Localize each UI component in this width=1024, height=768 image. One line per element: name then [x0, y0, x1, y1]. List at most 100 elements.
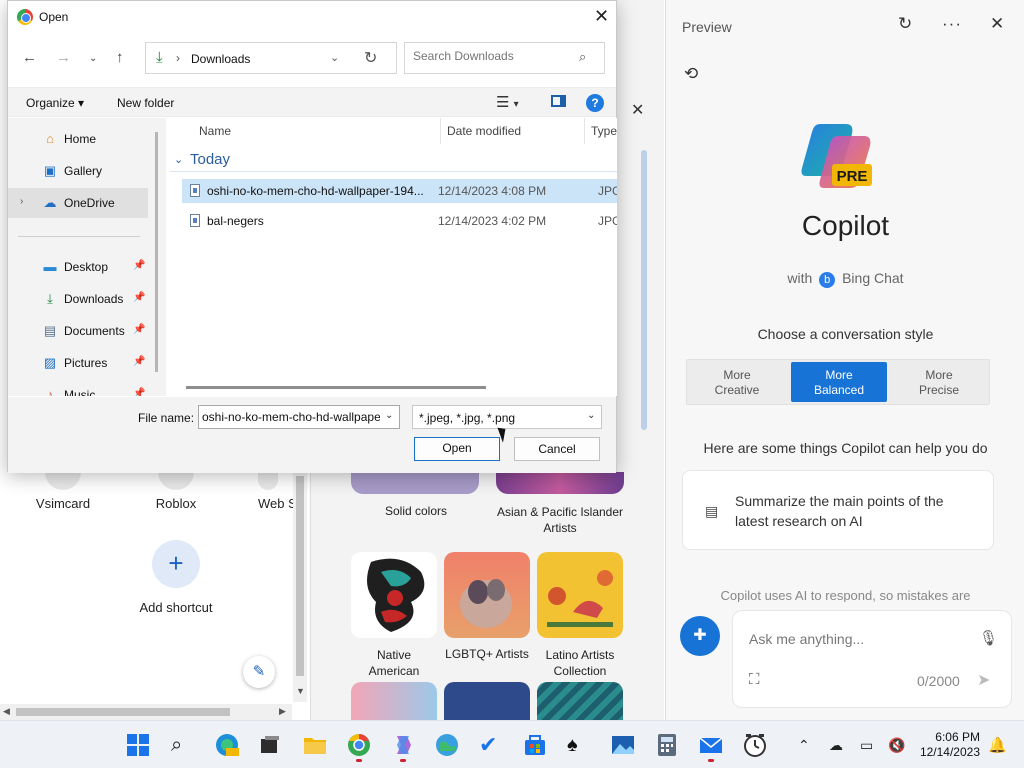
close-icon[interactable]: ✕ — [631, 100, 644, 120]
mail-icon[interactable] — [699, 733, 723, 762]
style-more-balanced-button[interactable]: More Balanced — [791, 362, 887, 402]
collapse-chevron-icon[interactable]: ⌄ — [174, 153, 183, 166]
task-view-icon[interactable] — [258, 733, 282, 757]
nav-item-gallery[interactable]: ▣ Gallery — [8, 156, 148, 186]
todo-icon[interactable]: ✔ — [479, 733, 503, 757]
clock-icon[interactable] — [743, 733, 767, 757]
file-name-combobox[interactable]: ⌄ — [198, 405, 400, 429]
file-row[interactable]: oshi-no-ko-mem-cho-hd-wallpaper-194... 1… — [182, 179, 617, 203]
address-bar[interactable]: ⤓ › Downloads ⌄ ↻ — [145, 42, 397, 74]
copilot-app-icon[interactable] — [391, 733, 415, 762]
scrollbar-thumb[interactable] — [16, 708, 230, 716]
solitaire-icon[interactable]: ♠ — [567, 733, 591, 757]
chat-input-box[interactable]: Ask me anything... 🎙 ⛶ 0/2000 ➤ — [732, 610, 1012, 708]
pin-icon[interactable]: 📌 — [133, 324, 145, 335]
group-header-today[interactable]: ⌄ Today — [170, 148, 617, 172]
nav-item-home[interactable]: ⌂ Home — [8, 124, 148, 154]
up-arrow-icon[interactable]: ↑ — [116, 49, 124, 66]
image-scan-icon[interactable]: ⛶ — [749, 671, 760, 688]
chevron-down-icon[interactable]: ⌄ — [385, 410, 393, 421]
breadcrumb[interactable]: Downloads — [191, 52, 250, 66]
page-vertical-scrollbar[interactable]: ▼ — [293, 470, 307, 702]
recent-locations-chevron-icon[interactable]: ⌄ — [89, 53, 97, 64]
suggestion-card[interactable]: ▤ Summarize the main points of the lates… — [682, 470, 994, 550]
nav-item-onedrive[interactable]: › ☁ OneDrive — [8, 188, 148, 218]
theme-card-latino[interactable]: Latino Artists Collection — [537, 552, 623, 679]
nav-item-documents[interactable]: ▤ Documents 📌 — [8, 316, 148, 346]
add-shortcut-button[interactable]: + Add shortcut — [128, 540, 224, 615]
scrollbar-thumb[interactable] — [296, 476, 304, 676]
column-header-name[interactable]: Name — [199, 124, 231, 138]
help-icon[interactable]: ? — [586, 94, 604, 112]
network-icon[interactable]: ▭ — [860, 737, 873, 754]
shortcut-tile-roblox[interactable]: Roblox — [131, 470, 221, 511]
nav-item-downloads[interactable]: ⤓ Downloads 📌 — [8, 284, 148, 314]
theme-card-native-american[interactable]: Native American Artists — [351, 552, 437, 695]
nav-pane-scrollbar[interactable] — [155, 132, 158, 372]
store-icon[interactable] — [523, 733, 547, 757]
nav-item-music[interactable]: ♪ Music 📌 — [8, 380, 148, 396]
scroll-right-arrow-icon[interactable]: ▶ — [279, 706, 286, 717]
file-explorer-icon[interactable] — [303, 733, 327, 757]
taskbar-clock[interactable]: 6:06 PM 12/14/2023 — [910, 730, 980, 760]
theme-card-partial[interactable] — [351, 682, 437, 720]
file-name-input[interactable] — [202, 410, 380, 424]
microphone-icon[interactable]: 🎙 — [979, 629, 998, 647]
address-dropdown-icon[interactable]: ⌄ — [330, 51, 339, 64]
column-header-date[interactable]: Date modified — [447, 124, 521, 138]
theme-card-partial[interactable] — [537, 682, 623, 720]
history-icon[interactable]: ⟲ — [684, 64, 698, 84]
close-dialog-icon[interactable]: ✕ — [594, 6, 609, 27]
new-topic-button[interactable]: ✚ — [680, 616, 720, 656]
column-header-type[interactable]: Type — [591, 124, 617, 138]
search-input[interactable] — [413, 49, 573, 63]
view-options-button[interactable]: ☰ ▾ — [496, 93, 519, 111]
chevron-down-icon[interactable]: ⌄ — [587, 410, 595, 421]
pin-icon[interactable]: 📌 — [133, 260, 145, 271]
preview-pane-icon[interactable] — [551, 95, 566, 107]
panel-scrollbar[interactable] — [641, 150, 647, 430]
expand-chevron-icon[interactable]: › — [20, 196, 23, 207]
refresh-icon[interactable]: ↻ — [364, 48, 377, 68]
more-options-icon[interactable]: ··· — [942, 14, 962, 34]
cancel-button[interactable]: Cancel — [514, 437, 600, 461]
column-separator[interactable] — [440, 118, 441, 144]
new-folder-button[interactable]: New folder — [117, 96, 174, 110]
edit-pencil-button[interactable]: ✎ — [243, 656, 275, 688]
theme-card-partial[interactable] — [444, 682, 530, 720]
chat-input-placeholder[interactable]: Ask me anything... — [749, 631, 864, 647]
page-horizontal-scrollbar[interactable]: ◀ ▶ — [0, 704, 292, 720]
pin-icon[interactable]: 📌 — [133, 388, 145, 396]
nav-item-pictures[interactable]: ▨ Pictures 📌 — [8, 348, 148, 378]
style-more-precise-button[interactable]: More Precise — [891, 362, 987, 402]
scroll-left-arrow-icon[interactable]: ◀ — [3, 706, 10, 717]
pin-icon[interactable]: 📌 — [133, 356, 145, 367]
notification-bell-icon[interactable]: 🔔 — [988, 736, 1007, 754]
theme-card-solid-colors[interactable] — [351, 472, 479, 494]
dialog-titlebar[interactable]: Open ✕ — [8, 1, 616, 33]
shortcut-tile-web[interactable]: Web S — [240, 470, 294, 511]
file-type-select[interactable]: *.jpeg, *.jpg, *.png ⌄ — [412, 405, 602, 429]
scroll-down-arrow-icon[interactable]: ▼ — [296, 686, 305, 696]
maps-icon[interactable] — [435, 733, 459, 757]
onedrive-offline-icon[interactable]: ☁ — [829, 737, 843, 754]
search-icon[interactable]: ⌕ — [171, 733, 195, 757]
refresh-icon[interactable]: ↻ — [898, 14, 912, 34]
file-row[interactable]: bal-negers 12/14/2023 4:02 PM JPG F — [182, 209, 617, 233]
back-arrow-icon[interactable]: ← — [22, 49, 37, 66]
calculator-icon[interactable] — [655, 733, 679, 757]
volume-muted-icon[interactable]: 🔇 — [888, 737, 905, 754]
theme-card-asian-pacific[interactable] — [496, 472, 624, 494]
style-more-creative-button[interactable]: More Creative — [689, 362, 785, 402]
nav-item-desktop[interactable]: ▬ Desktop 📌 — [8, 252, 148, 282]
send-icon[interactable]: ➤ — [977, 670, 990, 690]
show-hidden-icons-chevron-icon[interactable]: ⌃ — [798, 737, 810, 754]
open-button[interactable]: Open — [414, 437, 500, 461]
shortcut-tile-vsimcard[interactable]: Vsimcard — [18, 470, 108, 511]
file-list-horizontal-scrollbar[interactable] — [186, 386, 486, 389]
chrome-icon[interactable] — [347, 733, 371, 762]
photos-icon[interactable] — [611, 733, 635, 757]
windows-start-icon[interactable] — [126, 733, 150, 757]
organize-menu-button[interactable]: Organize ▾ — [26, 96, 84, 110]
pin-icon[interactable]: 📌 — [133, 292, 145, 303]
